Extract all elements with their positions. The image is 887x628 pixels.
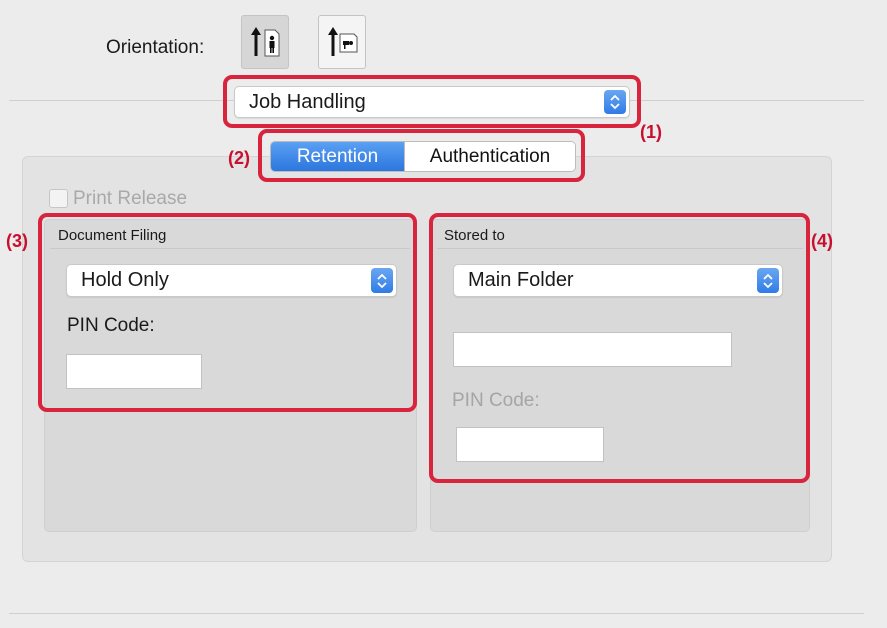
highlight-box-2 (258, 129, 585, 182)
callout-4: (4) (811, 231, 833, 251)
highlight-box-3 (38, 213, 417, 412)
bottom-separator (9, 613, 864, 614)
portrait-orientation-button[interactable] (241, 15, 289, 69)
highlight-box-1 (223, 75, 641, 128)
portrait-orientation-icon (251, 27, 280, 57)
orientation-label: Orientation: (106, 37, 205, 58)
landscape-orientation-button[interactable] (318, 15, 366, 69)
callout-1: (1) (640, 122, 662, 142)
print-release-label: Print Release (73, 188, 188, 209)
callout-2: (2) (228, 148, 250, 168)
highlight-box-4 (429, 213, 810, 483)
print-release-checkbox[interactable] (49, 189, 68, 208)
callout-3: (3) (6, 231, 28, 251)
landscape-orientation-icon (328, 27, 358, 56)
